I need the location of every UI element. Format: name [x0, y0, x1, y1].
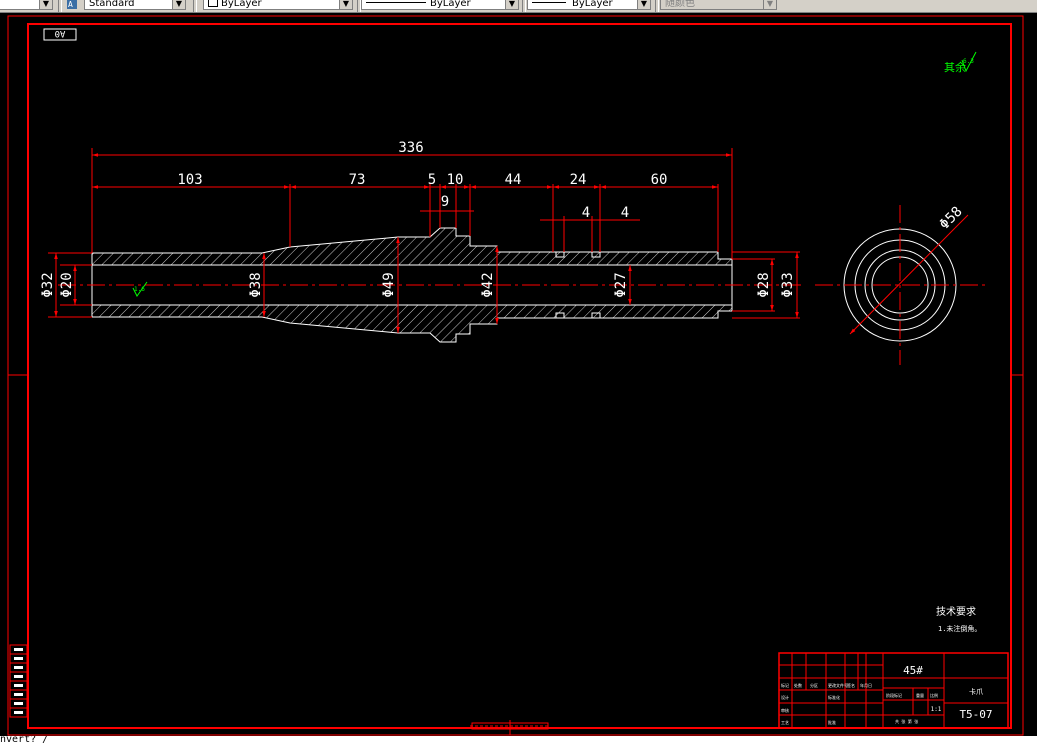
- color-value: ByLayer: [221, 0, 262, 9]
- stage-label: 阶段标记: [886, 692, 902, 698]
- toolbar-separator: [193, 0, 197, 12]
- left-stamp-table: [9, 644, 28, 718]
- command-line-text: nvert? /: [0, 736, 49, 744]
- dia-42: Φ42: [480, 272, 496, 297]
- row-label-2: 分区: [810, 682, 818, 688]
- outer-border: [7, 15, 1024, 736]
- dim-44: 44: [505, 172, 522, 188]
- dim-5: 5: [428, 172, 436, 188]
- row-label-4: 签名: [847, 682, 855, 688]
- design-label: 设计: [781, 694, 789, 700]
- dim-103: 103: [177, 172, 202, 188]
- lineweight-dropdown[interactable]: ByLayer ▼: [527, 0, 651, 10]
- technical-requirements: 技术要求 1.未注倒角。: [936, 605, 981, 633]
- lineweight-value: ByLayer: [572, 0, 613, 9]
- row-label-5: 年月日: [860, 682, 872, 688]
- linetype-dropdown[interactable]: ByLayer ▼: [361, 0, 519, 10]
- chevron-down-icon[interactable]: ▼: [39, 0, 52, 9]
- dim-9: 9: [441, 194, 449, 210]
- plot-style-value: 随颜色: [665, 0, 695, 9]
- dim-24: 24: [570, 172, 587, 188]
- sheets-label: 共 张 第 张: [895, 718, 918, 724]
- sheet-size-box: A0: [43, 28, 77, 41]
- text-style-value: Standard: [89, 0, 135, 9]
- check-label: 审核: [781, 707, 789, 713]
- dim-overall: 336: [398, 140, 423, 156]
- weight-label: 重量: [916, 692, 924, 698]
- approve-label: 批准: [828, 719, 836, 725]
- chevron-down-icon: ▼: [763, 0, 776, 9]
- horizontal-dimension-labels: 336 103 73 5 10 9 44 24 60 4 4: [177, 140, 667, 221]
- drawing-number: T5-07: [959, 708, 992, 721]
- roughness-value: 6.3: [963, 58, 974, 65]
- drawing-frame: [7, 15, 1024, 736]
- dim-4a: 4: [582, 205, 590, 221]
- tech-title: 技术要求: [936, 605, 976, 618]
- inner-border: [27, 23, 1012, 729]
- sheet-size-label: A0: [55, 28, 66, 38]
- row-label-1: 处数: [794, 682, 802, 688]
- chevron-down-icon[interactable]: ▼: [339, 0, 352, 9]
- toolbar-separator: [58, 0, 62, 12]
- dia-38: Φ38: [248, 272, 264, 297]
- toolbar-left-dropdown[interactable]: ▼: [0, 0, 53, 10]
- title-block-text: 45# 卡爪 T5-07 1:1 阶段标记 重量 比例 共 张 第 张 标记 处…: [781, 664, 993, 725]
- ratio-label: 比例: [930, 692, 938, 698]
- dia-20: Φ20: [59, 272, 75, 297]
- linetype-sample-icon: [366, 2, 426, 3]
- command-line[interactable]: nvert? /: [0, 736, 1037, 744]
- plot-style-dropdown: 随颜色 ▼: [660, 0, 777, 10]
- svg-text:A: A: [68, 0, 73, 9]
- chevron-down-icon[interactable]: ▼: [172, 0, 185, 9]
- linetype-value: ByLayer: [430, 0, 471, 9]
- dia-58: Φ58: [937, 204, 966, 233]
- shaft-end-view: Φ58: [815, 204, 985, 365]
- shaft-section-view: 1.6: [58, 227, 805, 343]
- chevron-down-icon[interactable]: ▼: [505, 0, 518, 9]
- dia-27: Φ27: [613, 272, 629, 297]
- drawing-canvas[interactable]: A0 其余 6.3 1.6 336 103 73 5 10 9 44 24 60…: [0, 12, 1037, 736]
- toolbar-separator: [522, 0, 526, 12]
- scale-value: 1:1: [931, 706, 942, 713]
- dia-28: Φ28: [756, 272, 772, 297]
- roughness-note: 其余 6.3: [944, 51, 977, 74]
- color-dropdown[interactable]: ByLayer ▼: [203, 0, 353, 10]
- text-style-dropdown[interactable]: Standard ▼: [84, 0, 186, 10]
- part-name: 卡爪: [969, 687, 983, 696]
- shaft-upper-wall: [91, 227, 733, 266]
- lineweight-sample-icon: [532, 2, 566, 3]
- dim-73: 73: [349, 172, 366, 188]
- chevron-down-icon[interactable]: ▼: [637, 0, 650, 9]
- row-label-0: 标记: [781, 682, 789, 688]
- dia-32: Φ32: [40, 272, 56, 297]
- toolbar-separator: [655, 0, 659, 12]
- dia-49: Φ49: [381, 272, 397, 297]
- dim-60: 60: [651, 172, 668, 188]
- color-swatch-icon: [208, 0, 218, 7]
- dia-33: Φ33: [780, 272, 796, 297]
- text-style-icon[interactable]: A: [66, 0, 78, 10]
- row-label-3: 更改文件号: [828, 682, 848, 688]
- standardize-label: 标准化: [828, 694, 840, 700]
- process-label: 工艺: [781, 720, 789, 725]
- surface-finish-value: 1.6: [134, 286, 145, 293]
- dim-10: 10: [447, 172, 464, 188]
- tech-item: 1.未注倒角。: [938, 624, 981, 633]
- material-value: 45#: [903, 664, 923, 677]
- dim-4b: 4: [621, 205, 629, 221]
- shaft-lower-wall: [91, 304, 733, 343]
